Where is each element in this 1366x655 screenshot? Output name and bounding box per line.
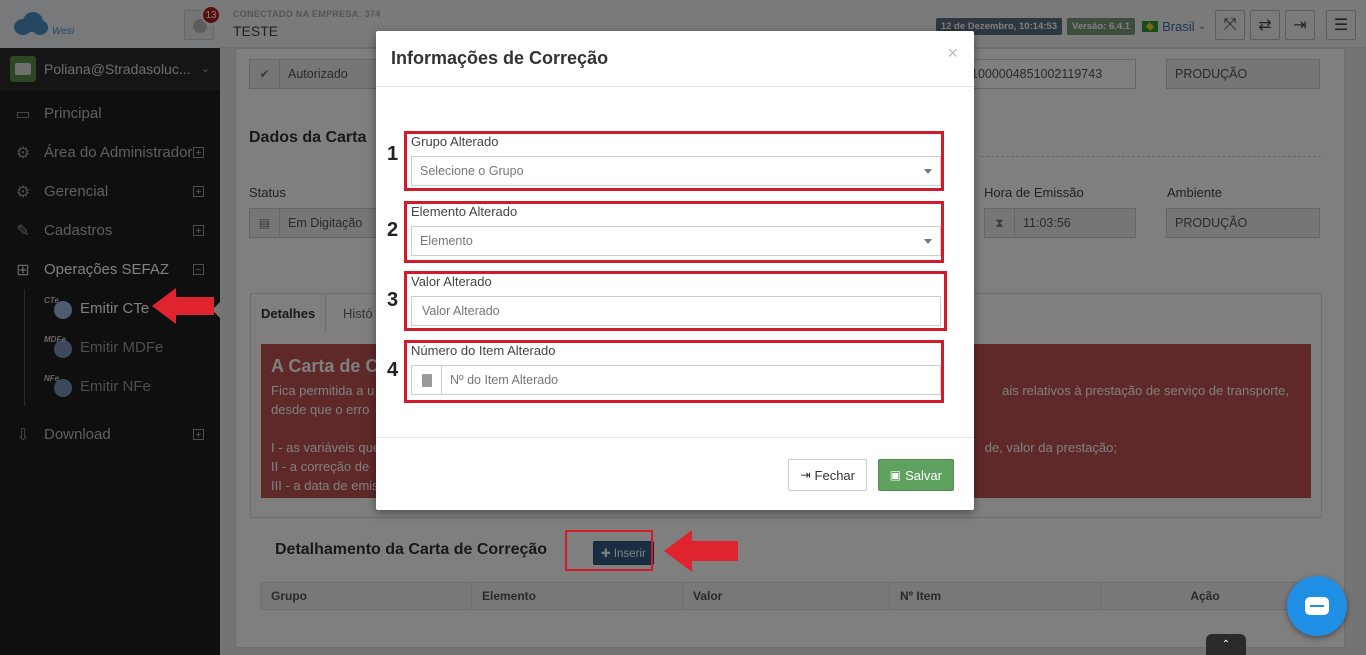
valor-alterado-label: Valor Alterado [411,274,492,289]
caret-down-icon [924,168,932,174]
building-icon [412,366,442,394]
fechar-button-label: Fechar [814,467,855,483]
salvar-button[interactable]: ▣ Salvar [877,459,954,491]
insert-highlight-box [565,530,653,571]
field-number-1: 1 [387,143,399,165]
chat-button[interactable] [1287,576,1347,636]
elemento-alterado-group: Elemento Alterado Elemento [404,201,944,263]
numero-item-label: Número do Item Alterado [411,343,556,358]
floppy-disk-icon: ▣ [889,468,902,482]
close-icon[interactable]: × [947,43,958,64]
numero-item-group: Número do Item Alterado Nº do Item Alter… [404,340,944,403]
valor-alterado-input[interactable]: Valor Alterado [411,296,941,326]
chat-bubble-icon [1305,597,1329,615]
sign-out-icon: ⇥ [800,468,811,482]
numero-item-placeholder: Nº do Item Alterado [450,373,559,387]
grupo-alterado-label: Grupo Alterado [411,134,499,149]
caret-down-icon [924,238,932,244]
modal-title: Informações de Correção [391,48,609,68]
correction-modal: Informações de Correção × 1 Grupo Altera… [376,31,974,510]
field-number-2: 2 [387,219,399,241]
chevron-up-icon: ⌃ [1221,639,1231,650]
emitir-cte-arrow-icon [152,288,214,324]
valor-alterado-group: Valor Alterado Valor Alterado [404,271,947,331]
valor-alterado-placeholder: Valor Alterado [422,304,500,318]
grupo-alterado-placeholder: Selecione o Grupo [420,164,524,178]
scroll-up-button[interactable]: ⌃ [1206,634,1246,655]
modal-footer: ⇥ Fechar ▣ Salvar [376,437,974,510]
grupo-alterado-group: Grupo Alterado Selecione o Grupo [404,131,944,191]
fechar-button[interactable]: ⇥ Fechar [788,459,867,491]
insert-arrow-icon [664,530,738,572]
grupo-alterado-select[interactable]: Selecione o Grupo [411,156,941,186]
field-number-4: 4 [387,359,399,381]
field-number-3: 3 [387,289,399,311]
modal-header: Informações de Correção × [376,31,974,87]
elemento-alterado-placeholder: Elemento [420,234,473,248]
elemento-alterado-label: Elemento Alterado [411,204,518,219]
salvar-button-label: Salvar [905,467,942,483]
elemento-alterado-select[interactable]: Elemento [411,226,941,256]
numero-item-input[interactable]: Nº do Item Alterado [411,365,941,395]
